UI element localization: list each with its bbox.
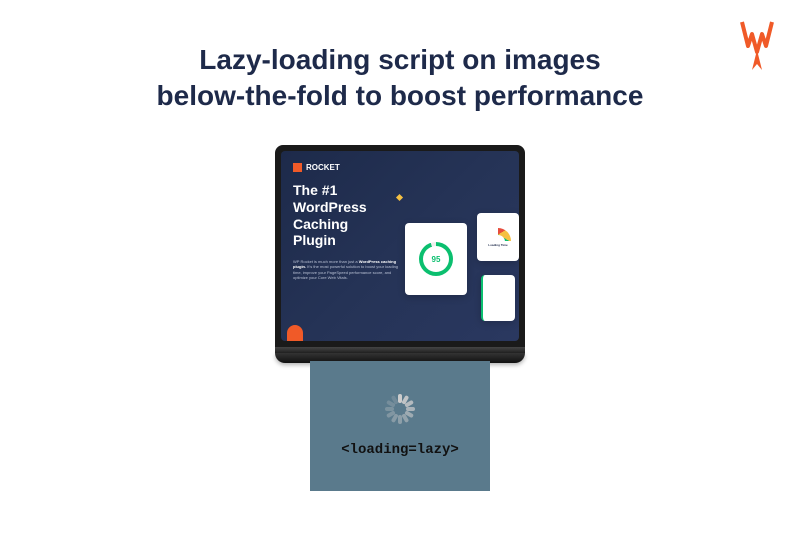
hero-headline: The #1 WordPress Caching Plugin — [293, 182, 388, 249]
loading-time-card: Loading Time — [477, 213, 519, 261]
laptop-illustration: ROCKET The #1 WordPress Caching Plugin W… — [275, 145, 525, 371]
loading-spinner-icon — [385, 394, 415, 424]
hero-para-suffix: It's the most powerful solution to boost… — [293, 264, 398, 279]
product-logo-mark-icon — [293, 163, 302, 172]
below-the-fold-panel: <loading=lazy> — [310, 361, 490, 491]
side-card — [481, 275, 515, 321]
score-value: 95 — [423, 246, 449, 272]
code-annotation: <loading=lazy> — [341, 442, 459, 458]
hero-paragraph: WP Rocket is much more than just a WordP… — [293, 259, 403, 280]
corner-shape-icon — [287, 325, 303, 341]
gauge-icon — [485, 228, 511, 241]
page-title: Lazy-loading script on images below-the-… — [0, 0, 800, 115]
decorative-diamond-icon — [396, 194, 403, 201]
laptop-bezel: ROCKET The #1 WordPress Caching Plugin W… — [275, 145, 525, 347]
brand-logo-icon — [740, 18, 774, 72]
title-line-1: Lazy-loading script on images — [199, 44, 600, 75]
loading-time-label: Loading Time — [488, 243, 507, 247]
product-logo-text: ROCKET — [306, 163, 340, 172]
product-logo: ROCKET — [293, 163, 507, 172]
title-line-2: below-the-fold to boost performance — [157, 80, 644, 111]
laptop-screen: ROCKET The #1 WordPress Caching Plugin W… — [281, 151, 519, 341]
score-ring-icon: 95 — [419, 242, 453, 276]
pagespeed-score-card: 95 — [405, 223, 467, 295]
